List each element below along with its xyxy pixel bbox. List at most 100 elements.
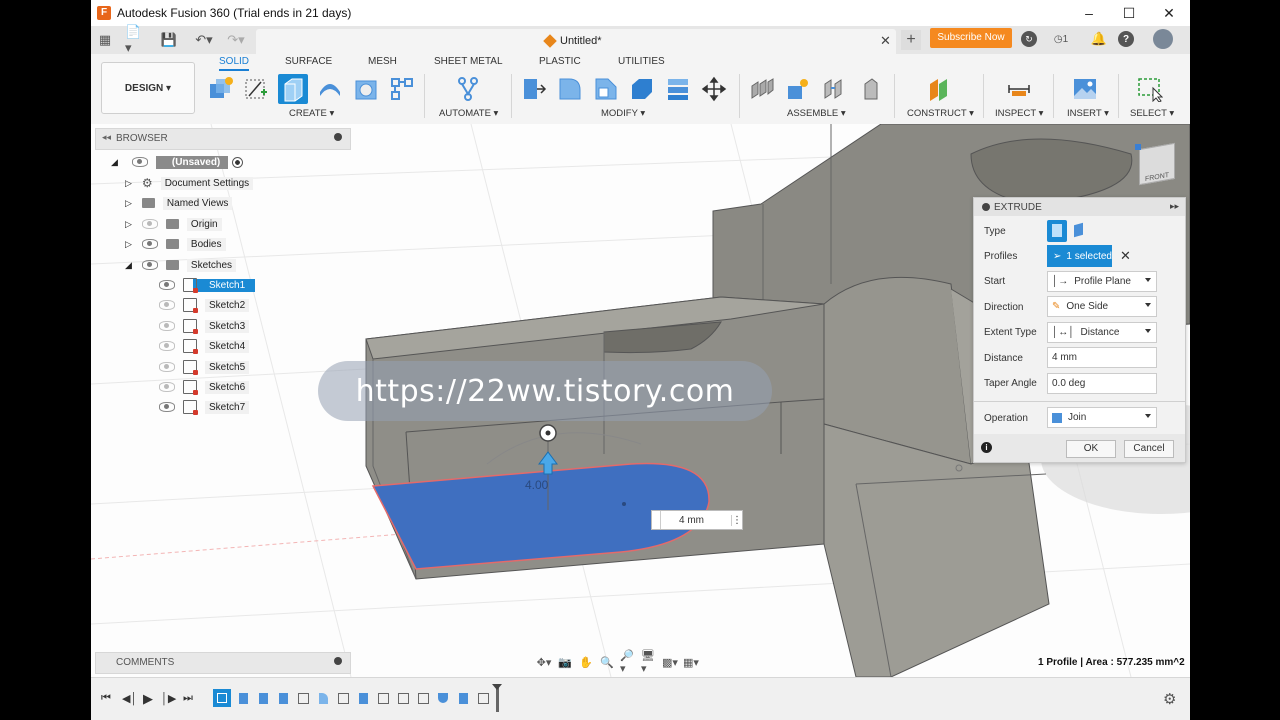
group-modify[interactable]: MODIFY ▾ bbox=[601, 108, 645, 119]
timeline-extrude-feature[interactable] bbox=[256, 691, 270, 705]
group-select[interactable]: SELECT ▾ bbox=[1130, 108, 1174, 119]
select-icon[interactable] bbox=[1135, 74, 1165, 104]
pan-icon[interactable]: ✋ bbox=[578, 655, 594, 669]
as-built-joint-icon[interactable] bbox=[819, 74, 849, 104]
distance-input[interactable]: 4 mm bbox=[1047, 347, 1157, 368]
tab-sheet-metal[interactable]: SHEET METAL bbox=[434, 56, 503, 67]
type-solid-icon[interactable] bbox=[1047, 220, 1067, 242]
ok-button[interactable]: OK bbox=[1066, 440, 1116, 458]
combine-icon[interactable] bbox=[663, 74, 693, 104]
tree-sketch-item[interactable]: Sketch1 bbox=[159, 276, 256, 294]
tree-named-views[interactable]: ▷ Named Views bbox=[125, 194, 233, 212]
timeline-next-icon[interactable]: │▶ bbox=[161, 692, 176, 705]
display-settings-icon[interactable]: 🖥▾ bbox=[641, 650, 657, 675]
expand-arrow-icon[interactable]: ◢ bbox=[125, 260, 132, 271]
timeline-play-icon[interactable]: ▶ bbox=[143, 691, 153, 707]
help-icon[interactable]: ? bbox=[1118, 31, 1134, 47]
zoom-icon[interactable]: 🔍 bbox=[599, 655, 615, 669]
timeline-previous-icon[interactable]: ◀│ bbox=[122, 692, 137, 705]
expand-arrow-icon[interactable]: ▷ bbox=[125, 219, 132, 230]
extrude-dialog-header[interactable]: EXTRUDE ▸▸ bbox=[974, 198, 1185, 216]
timeline-sketch-feature[interactable] bbox=[213, 689, 231, 707]
timeline-extrude-feature[interactable] bbox=[356, 691, 370, 705]
close-tab-icon[interactable]: ✕ bbox=[880, 33, 891, 49]
measure-icon[interactable] bbox=[1004, 74, 1034, 104]
expand-dialog-icon[interactable]: ▸▸ bbox=[1170, 201, 1179, 212]
timeline-hole-feature[interactable] bbox=[436, 691, 450, 705]
group-assemble[interactable]: ASSEMBLE ▾ bbox=[787, 108, 846, 119]
timeline-settings-gear-icon[interactable]: ⚙ bbox=[1163, 690, 1176, 708]
orbit-icon[interactable]: ✥▾ bbox=[536, 655, 552, 669]
fit-icon[interactable]: 🔎▾ bbox=[620, 650, 636, 675]
new-component-icon[interactable] bbox=[206, 74, 236, 104]
tree-bodies[interactable]: ▷ Bodies bbox=[125, 235, 226, 253]
visibility-eye-icon[interactable] bbox=[159, 402, 175, 412]
group-insert[interactable]: INSERT ▾ bbox=[1067, 108, 1109, 119]
group-create[interactable]: CREATE ▾ bbox=[289, 108, 334, 119]
rigid-group-icon[interactable] bbox=[855, 74, 885, 104]
joint-icon[interactable] bbox=[783, 74, 813, 104]
direction-dropdown[interactable]: ✎ One Side bbox=[1047, 296, 1157, 317]
cancel-button[interactable]: Cancel bbox=[1124, 440, 1174, 458]
maximize-button[interactable]: ☐ bbox=[1109, 0, 1149, 26]
file-menu-icon[interactable]: 📄▾ bbox=[125, 24, 147, 55]
create-sketch-icon[interactable] bbox=[241, 74, 271, 104]
new-component-assemble-icon[interactable] bbox=[747, 74, 777, 104]
visibility-eye-icon[interactable] bbox=[159, 341, 175, 351]
distance-manipulator-input[interactable]: 4 mm ⋮ bbox=[651, 510, 743, 530]
shell-icon[interactable] bbox=[627, 74, 657, 104]
minimize-button[interactable]: – bbox=[1069, 0, 1109, 26]
save-icon[interactable]: 💾 bbox=[161, 32, 177, 48]
tab-solid[interactable]: SOLID bbox=[219, 56, 250, 71]
look-at-icon[interactable]: 📷 bbox=[557, 655, 573, 669]
chamfer-icon[interactable] bbox=[591, 74, 621, 104]
collapse-dialog-icon[interactable] bbox=[982, 203, 990, 211]
operation-dropdown[interactable]: Join bbox=[1047, 407, 1157, 428]
apps-grid-icon[interactable]: ▦ bbox=[97, 32, 113, 48]
insert-image-icon[interactable] bbox=[1070, 74, 1100, 104]
visibility-eye-icon[interactable] bbox=[141, 219, 158, 229]
info-icon[interactable]: i bbox=[981, 442, 992, 453]
timeline-fillet-feature[interactable] bbox=[316, 691, 330, 705]
type-thin-icon[interactable] bbox=[1072, 222, 1086, 238]
document-tab[interactable]: Untitled* ✕ bbox=[256, 29, 896, 54]
extrude-icon[interactable] bbox=[278, 74, 308, 104]
browser-options-icon[interactable] bbox=[334, 133, 342, 141]
tree-sketches[interactable]: ◢ Sketches bbox=[125, 256, 237, 274]
group-inspect[interactable]: INSPECT ▾ bbox=[995, 108, 1043, 119]
tab-surface[interactable]: SURFACE bbox=[285, 56, 332, 67]
timeline-extrude-feature[interactable] bbox=[276, 691, 290, 705]
tree-sketch-item[interactable]: Sketch4 bbox=[159, 337, 250, 355]
tree-origin[interactable]: ▷ Origin bbox=[125, 215, 222, 233]
group-automate[interactable]: AUTOMATE ▾ bbox=[439, 108, 498, 119]
visibility-eye-icon[interactable] bbox=[159, 321, 175, 331]
tree-sketch-item[interactable]: Sketch2 bbox=[159, 296, 250, 314]
timeline-sketch-feature[interactable] bbox=[416, 691, 430, 705]
user-avatar[interactable] bbox=[1153, 29, 1173, 49]
view-cube[interactable]: FRONT bbox=[1139, 142, 1175, 186]
offset-plane-icon[interactable] bbox=[924, 74, 954, 104]
visibility-eye-icon[interactable] bbox=[141, 239, 158, 249]
undo-icon[interactable]: ↶▾ bbox=[191, 32, 217, 48]
group-construct[interactable]: CONSTRUCT ▾ bbox=[907, 108, 974, 119]
taper-angle-input[interactable]: 0.0 deg bbox=[1047, 373, 1157, 394]
redo-icon[interactable]: ↷▾ bbox=[223, 32, 249, 48]
timeline-sketch-feature[interactable] bbox=[396, 691, 410, 705]
fillet-icon[interactable] bbox=[555, 74, 585, 104]
clear-selection-icon[interactable]: ✕ bbox=[1120, 248, 1131, 264]
collapse-browser-icon[interactable]: ◂◂ bbox=[102, 132, 111, 143]
more-options-icon[interactable]: ⋮ bbox=[731, 514, 742, 526]
tab-mesh[interactable]: MESH bbox=[368, 56, 397, 67]
tree-sketch-item[interactable]: Sketch7 bbox=[159, 398, 250, 416]
timeline-start-icon[interactable]: ⏮ bbox=[101, 692, 111, 705]
timeline-end-icon[interactable]: ⏭ bbox=[183, 692, 193, 705]
visibility-eye-icon[interactable] bbox=[159, 300, 175, 310]
visibility-eye-icon[interactable] bbox=[159, 382, 175, 392]
close-window-button[interactable]: ✕ bbox=[1149, 0, 1189, 26]
timeline-marker-head-icon[interactable] bbox=[492, 684, 502, 690]
expand-arrow-icon[interactable]: ▷ bbox=[125, 178, 132, 189]
timeline-extrude-feature[interactable] bbox=[456, 691, 470, 705]
revolve-icon[interactable] bbox=[315, 74, 345, 104]
move-icon[interactable] bbox=[699, 74, 729, 104]
pattern-icon[interactable] bbox=[387, 74, 417, 104]
